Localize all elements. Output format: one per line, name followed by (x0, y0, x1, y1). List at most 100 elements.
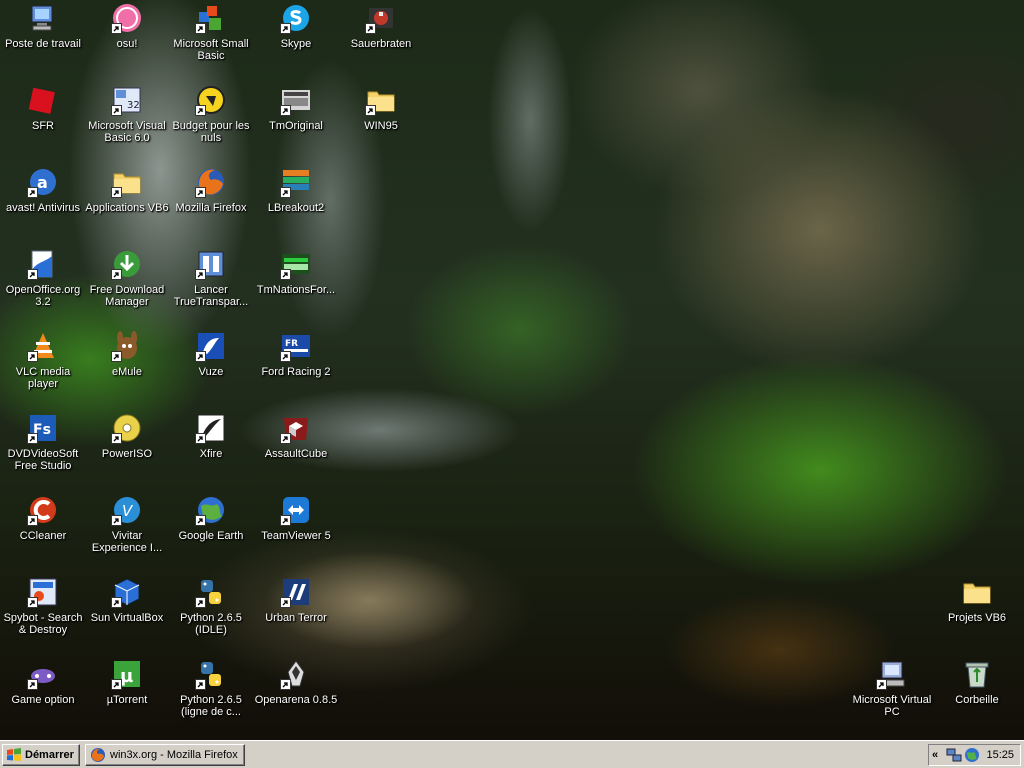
desktop-icon-virtualpc[interactable]: Microsoft Virtual PC (849, 658, 935, 718)
desktop-icon-ccleaner[interactable]: CCleaner (0, 494, 86, 542)
emule-icon (111, 330, 143, 362)
clock: 15:25 (986, 749, 1014, 761)
desktop-icon-pythoncmd[interactable]: Python 2.6.5 (ligne de c... (168, 658, 254, 718)
desktop-icon-lbreakout[interactable]: LBreakout2 (253, 166, 339, 214)
shortcut-arrow-icon (27, 187, 38, 198)
shortcut-arrow-icon (27, 269, 38, 280)
shortcut-arrow-icon (365, 23, 376, 34)
google-earth-icon (195, 494, 227, 526)
desktop-icon-sfr[interactable]: SFR (0, 84, 86, 132)
shortcut-arrow-icon (27, 515, 38, 526)
shortcut-arrow-icon (195, 23, 206, 34)
desktop-icon-tmoriginal[interactable]: TmOriginal (253, 84, 339, 132)
desktop-icon-vlc[interactable]: VLC media player (0, 330, 86, 390)
desktop-icon-label: Ford Racing 2 (261, 366, 331, 378)
avast-icon: a (27, 166, 59, 198)
recycle-bin-icon (961, 658, 993, 690)
shortcut-arrow-icon (195, 351, 206, 362)
desktop-icon-corbeille[interactable]: Corbeille (934, 658, 1020, 706)
shortcut-arrow-icon (280, 105, 291, 116)
svg-text:FR: FR (285, 339, 298, 349)
system-tray: « 15:25 (928, 744, 1021, 766)
desktop-icon-avast[interactable]: a avast! Antivirus (0, 166, 86, 214)
desktop-icon-tmnations[interactable]: TmNationsFor... (253, 248, 339, 296)
network-icon[interactable] (946, 747, 962, 763)
desktop-icon-skype[interactable]: Skype (253, 2, 339, 50)
virtual-pc-icon (876, 658, 908, 690)
tray-expand-button[interactable]: « (932, 749, 944, 761)
svg-text:32: 32 (127, 100, 140, 111)
desktop-icon-label: Python 2.6.5 (ligne de c... (180, 694, 242, 718)
desktop-icon-emule[interactable]: eMule (84, 330, 170, 378)
desktop-icon-firefox[interactable]: Mozilla Firefox (168, 166, 254, 214)
desktop-icon-label: TmOriginal (269, 120, 323, 132)
desktop-icon-poste[interactable]: Poste de travail (0, 2, 86, 50)
desktop-icon-label: Skype (280, 38, 312, 50)
utorrent-icon: µ (111, 658, 143, 690)
desktop-icon-appsvb6[interactable]: Applications VB6 (84, 166, 170, 214)
desktop-icon-gameoption[interactable]: Game option (0, 658, 86, 706)
truetransparency-icon (195, 248, 227, 280)
desktop-icon-poweriso[interactable]: PowerISO (84, 412, 170, 460)
tmoriginal-icon (280, 84, 312, 116)
desktop-icon-openoffice[interactable]: OpenOffice.org 3.2 (0, 248, 86, 308)
start-button[interactable]: Démarrer (2, 744, 80, 766)
desktop-icon-truetransparency[interactable]: Lancer TrueTranspar... (168, 248, 254, 308)
desktop-icon-label: Urban Terror (265, 612, 327, 624)
desktop-icon-label: SFR (32, 120, 54, 132)
desktop-icon-spybot[interactable]: Spybot - Search & Destroy (0, 576, 86, 636)
desktop-icon-openarena[interactable]: Openarena 0.8.5 (253, 658, 339, 706)
desktop-icon-label: Sauerbraten (350, 38, 412, 50)
desktop-icon-vb6[interactable]: 32 Microsoft Visual Basic 6.0 (84, 84, 170, 144)
firefox-icon (91, 748, 105, 762)
teamviewer-icon (280, 494, 312, 526)
desktop-icon-googleearth[interactable]: Google Earth (168, 494, 254, 542)
desktop-icon-assaultcube[interactable]: AssaultCube (253, 412, 339, 460)
shortcut-arrow-icon (195, 679, 206, 690)
desktop-icon-label: AssaultCube (264, 448, 328, 460)
taskbar-button-firefox[interactable]: win3x.org - Mozilla Firefox (85, 744, 245, 766)
shortcut-arrow-icon (280, 351, 291, 362)
desktop-icon-label: Spybot - Search & Destroy (3, 612, 83, 636)
desktop-icon-osu[interactable]: osu! (84, 2, 170, 50)
globe-icon[interactable] (964, 747, 980, 763)
desktop-icon-fordracing[interactable]: FR Ford Racing 2 (253, 330, 339, 378)
tmnations-icon (280, 248, 312, 280)
desktop-icon-budget[interactable]: Budget pour les nuls (168, 84, 254, 144)
skype-icon (280, 2, 312, 34)
desktop-icon-label: LBreakout2 (267, 202, 325, 214)
windows-logo-icon (7, 748, 21, 761)
desktop-icon-urbanterror[interactable]: Urban Terror (253, 576, 339, 624)
desktop-icon-vuze[interactable]: Vuze (168, 330, 254, 378)
desktop-icon-dvdvideosoft[interactable]: Fs DVDVideoSoft Free Studio (0, 412, 86, 472)
desktop-icon-projetsvb6[interactable]: Projets VB6 (934, 576, 1020, 624)
small-basic-icon (195, 2, 227, 34)
sauerbraten-icon (365, 2, 397, 34)
desktop-icon-win95[interactable]: WIN95 (338, 84, 424, 132)
desktop-icon-label: WIN95 (364, 120, 398, 132)
osu-icon (111, 2, 143, 34)
shortcut-arrow-icon (280, 515, 291, 526)
desktop-icon-label: Sun VirtualBox (90, 612, 164, 624)
desktop-icon-virtualbox[interactable]: Sun VirtualBox (84, 576, 170, 624)
desktop-icon-label: Openarena 0.8.5 (254, 694, 338, 706)
computer-icon (27, 2, 59, 34)
shortcut-arrow-icon (27, 351, 38, 362)
virtualbox-icon (111, 576, 143, 608)
desktop-icon-teamviewer[interactable]: TeamViewer 5 (253, 494, 339, 542)
desktop-icon-fdm[interactable]: Free Download Manager (84, 248, 170, 308)
shortcut-arrow-icon (280, 597, 291, 608)
desktop-icon-label: Python 2.6.5 (IDLE) (180, 612, 242, 636)
desktop-icon-xfire[interactable]: Xfire (168, 412, 254, 460)
desktop-icon-label: Xfire (199, 448, 223, 460)
desktop-icon-utorrent[interactable]: µ µTorrent (84, 658, 170, 706)
desktop-icon-label: DVDVideoSoft Free Studio (7, 448, 79, 472)
desktop-icon-smallbasic[interactable]: Microsoft Small Basic (168, 2, 254, 62)
desktop-icon-label: eMule (112, 366, 142, 378)
desktop-icon-label: TmNationsFor... (256, 284, 336, 296)
desktop-icon-label: Projets VB6 (947, 612, 1007, 624)
desktop-icon-pythonidle[interactable]: Python 2.6.5 (IDLE) (168, 576, 254, 636)
desktop-icon-vivitar[interactable]: V Vivitar Experience I... (84, 494, 170, 554)
desktop-icon-label: Applications VB6 (85, 202, 169, 214)
desktop-icon-sauerbraten[interactable]: Sauerbraten (338, 2, 424, 50)
